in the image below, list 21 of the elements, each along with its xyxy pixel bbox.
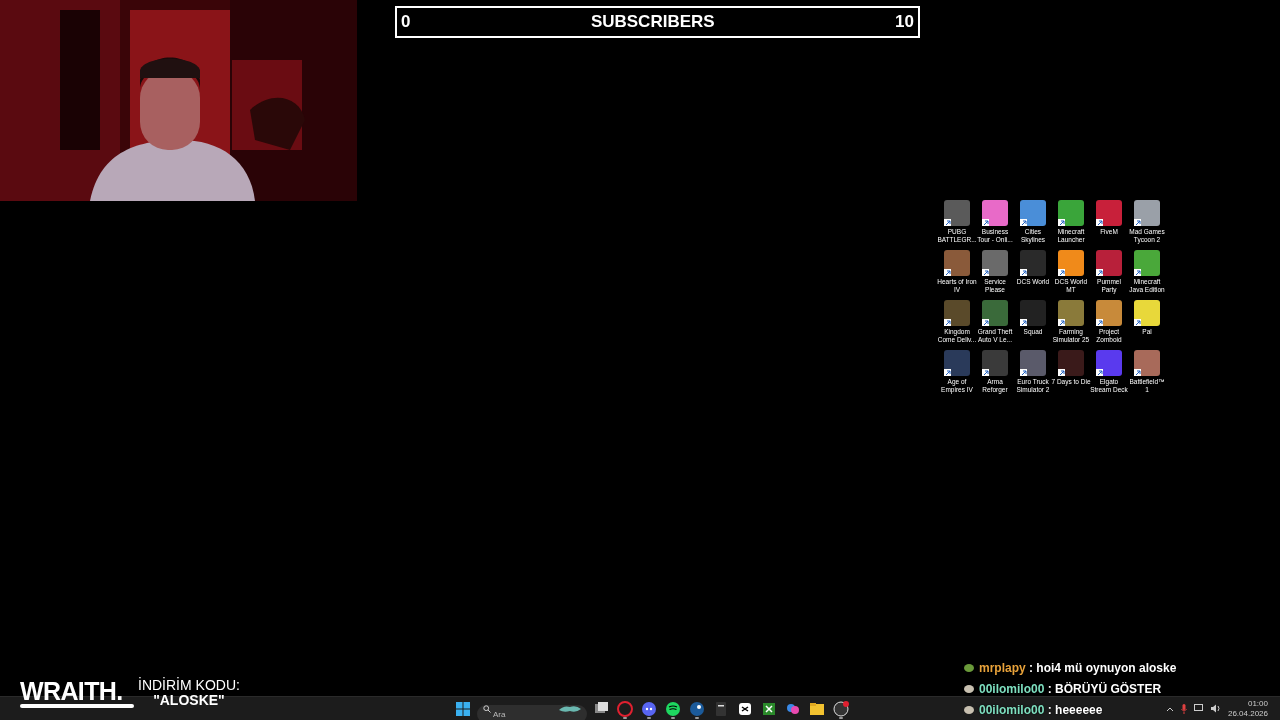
badge-icon	[964, 705, 974, 714]
badge-icon	[964, 663, 974, 672]
goal-target: 10	[895, 11, 914, 34]
chat-message: 00ilomilo00 : heeeeee	[979, 701, 1103, 719]
goal-start: 0	[401, 11, 411, 34]
network-icon[interactable]	[1193, 704, 1204, 713]
search-icon	[483, 704, 491, 713]
promo-code: "ALOSKE"	[153, 693, 225, 708]
microphone-icon[interactable]	[1180, 703, 1187, 714]
chat-message: 00ilomilo00 : BÖRÜYÜ GÖSTER	[979, 680, 1162, 698]
badge-icon	[964, 684, 974, 693]
goal-title: SUBSCRIBERS	[590, 11, 715, 34]
chat-message: mrplapy : hoi4 mü oynuyon aloske	[979, 659, 1177, 677]
promo-label: İNDİRİM KODU:	[138, 678, 240, 693]
chevron-up-icon[interactable]	[1165, 705, 1174, 712]
volume-icon[interactable]	[1210, 704, 1221, 713]
search-highlight-icon	[558, 703, 582, 714]
start-button[interactable]	[455, 700, 471, 717]
brand-logo: WRAITH.	[20, 678, 134, 708]
clock[interactable]: 01:00 26.04.2026	[1227, 698, 1268, 719]
search-field[interactable]: Ara	[477, 705, 587, 720]
